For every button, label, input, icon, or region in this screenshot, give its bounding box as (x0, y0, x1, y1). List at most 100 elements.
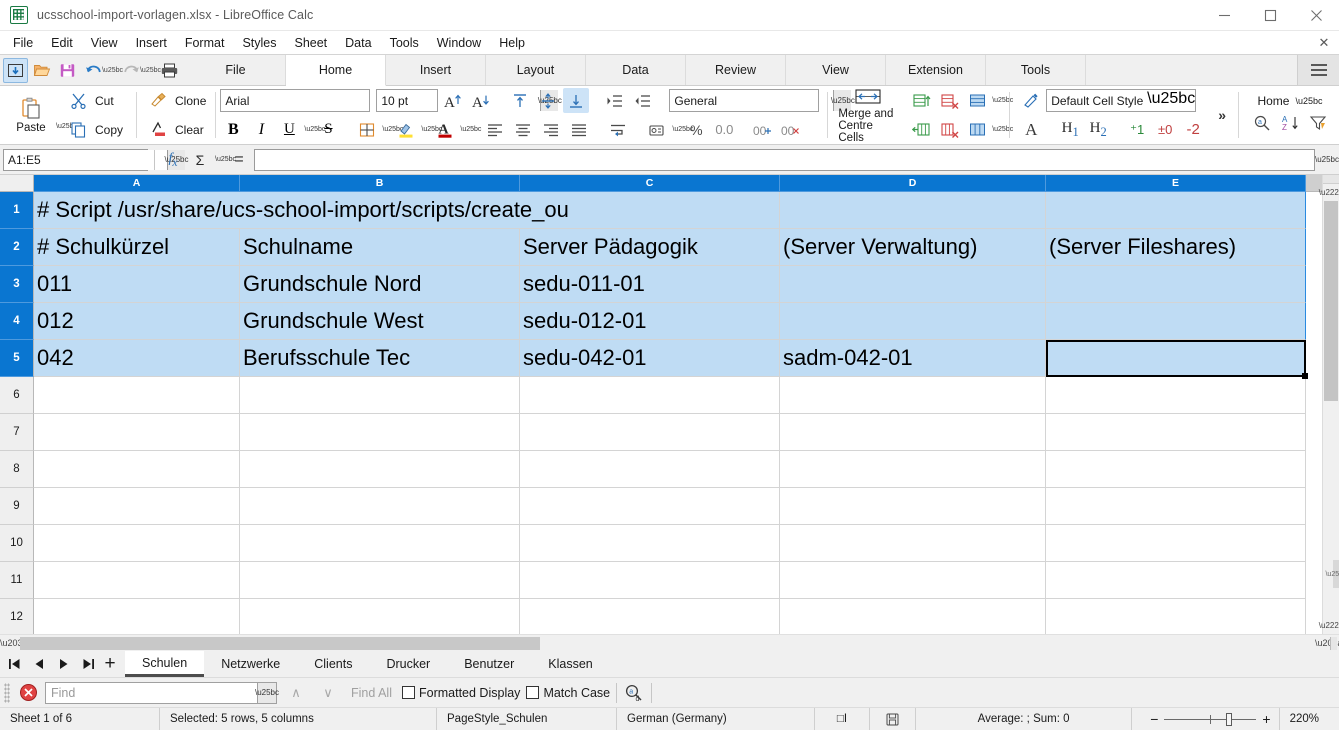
name-box-input[interactable] (4, 149, 167, 170)
bold-icon[interactable]: B (220, 117, 246, 142)
clear-button[interactable]: Clear (173, 121, 209, 139)
align-bottom-icon[interactable] (563, 88, 590, 113)
cell-b12[interactable] (240, 599, 520, 634)
cell-a11[interactable] (34, 562, 240, 599)
maximize-button[interactable] (1247, 0, 1293, 31)
cell-e5-active[interactable] (1046, 340, 1308, 379)
paste-dropdown-arrow[interactable]: \u25bc (56, 123, 77, 130)
select-function-dropdown-arrow[interactable]: \u25bc (215, 156, 236, 163)
delete-columns-icon[interactable] (936, 117, 962, 142)
row-header-5[interactable]: 5 (0, 340, 34, 377)
cell-c3[interactable]: sedu-011-01 (520, 266, 780, 303)
rows-dropdown-arrow[interactable]: \u25bc (992, 97, 1013, 104)
format-as-currency-icon[interactable] (644, 117, 670, 142)
last-sheet-icon[interactable] (82, 658, 95, 670)
close-find-toolbar-icon[interactable] (17, 682, 39, 704)
vertical-split-handle[interactable] (1323, 175, 1339, 184)
match-case-checkbox[interactable]: Match Case (526, 686, 610, 700)
find-input-combo[interactable]: \u25bc (45, 681, 279, 704)
save-as-icon[interactable] (3, 57, 28, 83)
sheet-tab-klassen[interactable]: Klassen (531, 651, 610, 677)
cut-button[interactable]: Cut (93, 92, 119, 110)
horizontal-scrollbar[interactable]: \u2039 \u203a (0, 634, 1339, 651)
cell-d7[interactable] (780, 414, 1046, 451)
status-selection-info[interactable]: Selected: 5 rows, 5 columns (160, 707, 437, 730)
close-button[interactable] (1293, 0, 1339, 31)
cell-e9[interactable] (1046, 488, 1306, 525)
align-top-icon[interactable] (507, 88, 533, 113)
redo-dropdown-arrow[interactable]: \u25bc (140, 58, 161, 83)
tab-file[interactable]: File (186, 55, 286, 85)
default-paragraph-style-icon[interactable]: A (1018, 117, 1044, 142)
menu-tools[interactable]: Tools (381, 33, 428, 53)
sheet-tab-benutzer[interactable]: Benutzer (447, 651, 532, 677)
sheet-tab-netzwerke[interactable]: Netzwerke (204, 651, 298, 677)
add-decimal-place-icon[interactable]: 00 (750, 117, 776, 142)
tab-extension[interactable]: Extension (886, 55, 986, 85)
cell-a10[interactable] (34, 525, 240, 562)
cell-e2[interactable]: (Server Fileshares) (1046, 229, 1306, 266)
insert-rows-above-icon[interactable] (908, 88, 934, 113)
menu-insert[interactable]: Insert (127, 33, 176, 53)
row-header-7[interactable]: 7 (0, 414, 34, 451)
select-function-icon[interactable]: Σ (188, 148, 212, 172)
status-zoom-level[interactable]: 220% (1278, 707, 1329, 730)
cell-e11[interactable] (1046, 562, 1306, 599)
status-language[interactable]: German (Germany) (617, 707, 815, 730)
underline-dropdown-arrow[interactable]: \u25bc (304, 126, 325, 133)
formatted-display-checkbox[interactable]: Formatted Display (402, 686, 520, 700)
cell-e1[interactable] (1046, 192, 1306, 229)
status-page-style[interactable]: PageStyle_Schulen (437, 707, 617, 730)
status-save-icon[interactable] (870, 707, 916, 730)
outline-minus-icon[interactable]: -2 (1180, 117, 1206, 142)
cell-a5[interactable]: 042 (34, 340, 240, 377)
zoom-slider-thumb[interactable] (1226, 712, 1233, 726)
vertical-scroll-thumb[interactable] (1324, 201, 1338, 401)
formula-input[interactable] (255, 152, 1314, 167)
number-format-input[interactable] (670, 90, 834, 111)
tab-data[interactable]: Data (586, 55, 686, 85)
horizontal-split-handle[interactable] (1330, 636, 1337, 650)
justify-icon[interactable] (566, 117, 592, 142)
currency-dropdown-arrow[interactable]: \u25bc (672, 126, 693, 133)
decrease-font-size-icon[interactable]: A (468, 88, 494, 113)
font-name-combo[interactable]: \u25bc (220, 89, 406, 112)
formula-icon[interactable]: = (227, 148, 251, 172)
hamburger-menu-icon[interactable] (1297, 55, 1339, 85)
scroll-right-icon[interactable]: \u203a (1315, 638, 1339, 648)
cell-a12[interactable] (34, 599, 240, 634)
expand-formula-bar-icon[interactable]: \u25bc (1315, 149, 1339, 171)
cell-b5[interactable]: Berufsschule Tec (240, 340, 520, 377)
format-as-number-icon[interactable]: 0.0 (711, 117, 737, 142)
tab-insert[interactable]: Insert (386, 55, 486, 85)
cell-c12[interactable] (520, 599, 780, 634)
tab-review[interactable]: Review (686, 55, 786, 85)
column-header-b[interactable]: B (240, 175, 520, 192)
previous-sheet-icon[interactable] (34, 658, 45, 670)
cell-c7[interactable] (520, 414, 780, 451)
cell-d3[interactable] (780, 266, 1046, 303)
columns-dropdown-arrow[interactable]: \u25bc (992, 126, 1013, 133)
find-and-replace-icon[interactable]: a (1249, 111, 1275, 136)
row-header-6[interactable]: 6 (0, 377, 34, 414)
cell-a2[interactable]: # Schulkürzel (34, 229, 240, 266)
cell-b6[interactable] (240, 377, 520, 414)
cell-style-combo[interactable]: \u25bc (1046, 89, 1197, 112)
cell-b4[interactable]: Grundschule West (240, 303, 520, 340)
open-file-icon[interactable] (29, 58, 54, 83)
cell-a1[interactable]: # Script /usr/share/ucs-school-import/sc… (34, 192, 569, 229)
name-box[interactable]: \u25bc (3, 148, 189, 171)
next-sheet-icon[interactable] (58, 658, 69, 670)
number-format-combo[interactable]: \u25bc (669, 89, 855, 112)
insert-columns-before-icon[interactable] (908, 117, 934, 142)
cell-c5[interactable]: sedu-042-01 (520, 340, 780, 377)
row-header-8[interactable]: 8 (0, 451, 34, 488)
cell-e7[interactable] (1046, 414, 1306, 451)
decrease-indent-icon[interactable] (630, 88, 656, 113)
cell-a9[interactable] (34, 488, 240, 525)
increase-indent-icon[interactable] (602, 88, 628, 113)
cell-d2[interactable]: (Server Verwaltung) (780, 229, 1046, 266)
formatted-display-box[interactable] (402, 686, 415, 699)
function-wizard-icon[interactable]: fx (161, 148, 185, 172)
column-header-c[interactable]: C (520, 175, 780, 192)
